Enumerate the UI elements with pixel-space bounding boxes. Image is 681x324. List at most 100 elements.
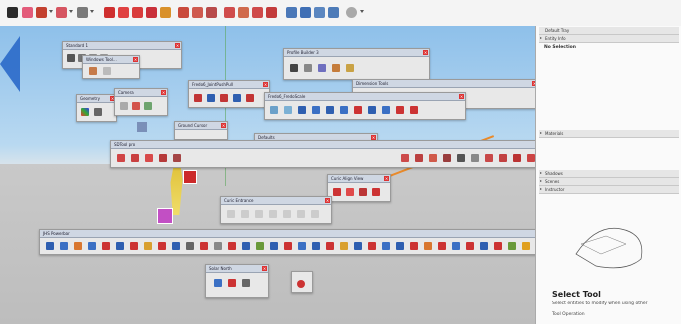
north-arrow-icon[interactable] <box>214 279 222 287</box>
material-icon[interactable] <box>332 64 340 72</box>
scale-icon[interactable] <box>410 106 418 114</box>
tray-section-instructor[interactable]: Instructor <box>539 186 679 194</box>
tool-icon[interactable] <box>527 154 535 162</box>
powerbar-icon[interactable] <box>284 242 292 250</box>
powerbar-icon[interactable] <box>144 242 152 250</box>
entrance-icon[interactable] <box>255 210 263 218</box>
pan-icon[interactable] <box>238 7 249 18</box>
close-icon[interactable]: × <box>423 50 428 55</box>
tray-section-entity-info[interactable]: Entity Info <box>539 35 679 43</box>
scale-icon[interactable] <box>326 106 334 114</box>
push-pull-icon[interactable] <box>233 94 241 102</box>
push-pull-icon[interactable] <box>104 7 115 18</box>
powerbar-icon[interactable] <box>200 242 208 250</box>
powerbar-icon[interactable] <box>130 242 138 250</box>
powerbar-icon[interactable] <box>522 242 530 250</box>
zoom-extents-icon[interactable] <box>286 7 297 18</box>
close-icon[interactable]: × <box>161 90 166 95</box>
powerbar-icon[interactable] <box>396 242 404 250</box>
powerbar-icon[interactable] <box>354 242 362 250</box>
powerbar-icon[interactable] <box>410 242 418 250</box>
powerbar-icon[interactable] <box>88 242 96 250</box>
assembly-icon[interactable] <box>318 64 326 72</box>
scale-icon[interactable] <box>354 106 362 114</box>
tool-icon[interactable] <box>485 154 493 162</box>
move-icon[interactable] <box>118 7 129 18</box>
powerbar-icon[interactable] <box>116 242 124 250</box>
tool-icon[interactable] <box>429 154 437 162</box>
powerbar-icon[interactable] <box>466 242 474 250</box>
pencil-icon[interactable] <box>290 64 298 72</box>
tool-icon[interactable] <box>131 154 139 162</box>
powerbar-icon[interactable] <box>340 242 348 250</box>
rotate-icon[interactable] <box>132 7 143 18</box>
chevron-down-icon[interactable] <box>90 10 94 13</box>
hide-icon[interactable] <box>94 108 102 116</box>
powerbar-icon[interactable] <box>74 242 82 250</box>
powerbar-icon[interactable] <box>46 242 54 250</box>
powerbar-icon[interactable] <box>326 242 334 250</box>
paint-bucket-icon[interactable] <box>192 7 203 18</box>
close-icon[interactable]: × <box>221 123 226 128</box>
close-icon[interactable]: × <box>384 176 389 181</box>
powerbar-icon[interactable] <box>60 242 68 250</box>
powerbar-icon[interactable] <box>438 242 446 250</box>
powerbar-icon[interactable] <box>298 242 306 250</box>
text-icon[interactable] <box>206 7 217 18</box>
orbit-icon[interactable] <box>224 7 235 18</box>
scale-icon[interactable] <box>368 106 376 114</box>
powerbar-icon[interactable] <box>382 242 390 250</box>
powerbar-icon[interactable] <box>480 242 488 250</box>
tray-section-materials[interactable]: Materials <box>539 130 679 138</box>
door-icon[interactable] <box>103 67 111 75</box>
tray-section-scenes[interactable]: Scenes <box>539 178 679 186</box>
powerbar-icon[interactable] <box>494 242 502 250</box>
push-pull-icon[interactable] <box>194 94 202 102</box>
warehouse-icon[interactable] <box>300 7 311 18</box>
chevron-down-icon[interactable] <box>69 10 73 13</box>
rectangle-icon[interactable] <box>77 7 88 18</box>
north-tool-icon[interactable] <box>228 279 236 287</box>
powerbar-icon[interactable] <box>158 242 166 250</box>
powerbar-icon[interactable] <box>186 242 194 250</box>
powerbar-icon[interactable] <box>242 242 250 250</box>
layout-icon[interactable] <box>328 7 339 18</box>
color-swatch[interactable] <box>183 170 197 184</box>
close-icon[interactable]: × <box>133 57 138 62</box>
tool-icon[interactable] <box>457 154 465 162</box>
tray-section-shadows[interactable]: Shadows <box>539 170 679 178</box>
scale-icon[interactable] <box>298 106 306 114</box>
component-icon[interactable] <box>346 64 354 72</box>
extension-icon[interactable] <box>314 7 325 18</box>
powerbar-icon[interactable] <box>256 242 264 250</box>
color-swatch[interactable] <box>157 208 173 224</box>
tool-icon[interactable] <box>471 154 479 162</box>
entrance-icon[interactable] <box>227 210 235 218</box>
pencil-icon[interactable] <box>36 7 47 18</box>
close-icon[interactable]: × <box>325 198 330 203</box>
entrance-icon[interactable] <box>241 210 249 218</box>
push-pull-icon[interactable] <box>220 94 228 102</box>
powerbar-icon[interactable] <box>312 242 320 250</box>
tool-icon[interactable] <box>159 154 167 162</box>
chevron-down-icon[interactable] <box>360 10 364 13</box>
look-around-icon[interactable] <box>144 102 152 110</box>
powerbar-icon[interactable] <box>452 242 460 250</box>
follow-me-icon[interactable] <box>146 7 157 18</box>
scale-icon[interactable] <box>270 106 278 114</box>
color-swatch[interactable] <box>137 122 147 132</box>
powerbar-icon[interactable] <box>102 242 110 250</box>
tape-measure-icon[interactable] <box>178 7 189 18</box>
close-icon[interactable]: × <box>262 266 267 271</box>
powerbar-icon[interactable] <box>214 242 222 250</box>
entrance-icon[interactable] <box>283 210 291 218</box>
align-icon[interactable] <box>333 188 341 196</box>
record-icon[interactable] <box>297 280 305 288</box>
new-file-icon[interactable] <box>67 54 75 62</box>
zoom-icon[interactable] <box>252 7 263 18</box>
scale-icon[interactable] <box>284 106 292 114</box>
toggle-north-icon[interactable] <box>242 279 250 287</box>
scale-icon[interactable] <box>312 106 320 114</box>
close-icon[interactable]: × <box>175 43 180 48</box>
close-icon[interactable]: × <box>459 94 464 99</box>
